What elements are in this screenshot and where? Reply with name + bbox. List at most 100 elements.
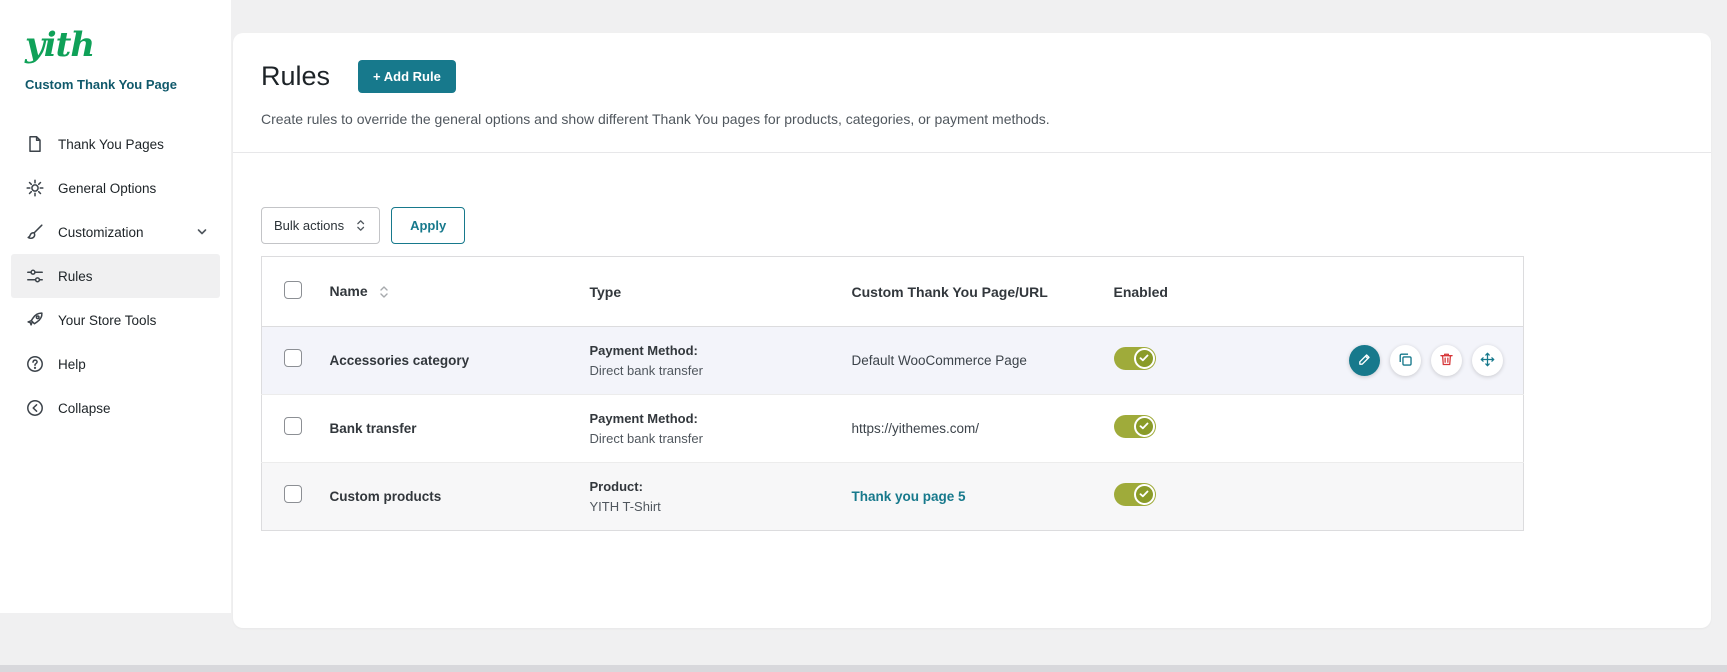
brush-icon (25, 222, 45, 242)
rule-enabled-cell (1098, 327, 1248, 395)
sort-icon (379, 284, 389, 300)
sliders-icon (25, 266, 45, 286)
rule-page-cell: Default WooCommerce Page (836, 327, 1098, 395)
bulk-actions-select[interactable]: Bulk actions (261, 207, 380, 244)
page: yith Custom Thank You Page Thank You Pag… (0, 0, 1727, 672)
bulk-actions-row: Bulk actions Apply (261, 207, 1683, 244)
rule-name-cell: Accessories category (314, 327, 574, 395)
sidebar-item-your-store-tools[interactable]: Your Store Tools (11, 298, 220, 342)
table-row: Custom products Product: YITH T-Shirt Th… (262, 463, 1524, 531)
add-rule-button[interactable]: + Add Rule (358, 60, 456, 93)
rule-type-cell: Payment Method: Direct bank transfer (574, 395, 836, 463)
column-header-type: Type (574, 257, 836, 327)
rule-enabled-toggle[interactable] (1114, 483, 1156, 506)
panel-body: Bulk actions Apply (233, 153, 1711, 571)
rule-name: Accessories category (330, 353, 470, 368)
chevron-down-icon (196, 226, 208, 238)
rule-type-label: Payment Method: (590, 343, 826, 358)
sidebar-item-customization[interactable]: Customization (11, 210, 220, 254)
rule-type-label: Product: (590, 479, 826, 494)
sidebar-item-label: General Options (58, 181, 156, 196)
delete-rule-button[interactable] (1431, 345, 1462, 376)
sidebar-item-label: Collapse (58, 401, 111, 416)
row-actions-cell (1248, 463, 1524, 531)
yith-logo: yith (0, 26, 231, 64)
trash-icon (1438, 351, 1455, 371)
column-header-page: Custom Thank You Page/URL (836, 257, 1098, 327)
sidebar-nav: Thank You Pages General Options Customiz… (0, 122, 231, 430)
select-all-checkbox[interactable] (284, 281, 302, 299)
rule-type-value: Direct bank transfer (590, 363, 826, 378)
rules-panel: Rules + Add Rule Create rules to overrid… (233, 33, 1711, 628)
sidebar-item-label: Rules (58, 269, 93, 284)
rule-enabled-cell (1098, 395, 1248, 463)
column-header-enabled: Enabled (1098, 257, 1248, 327)
copy-icon (1397, 351, 1414, 371)
rule-page-cell: Thank you page 5 (836, 463, 1098, 531)
column-header-name[interactable]: Name (314, 257, 574, 327)
apply-button[interactable]: Apply (391, 207, 465, 244)
bulk-actions-selected-value: Bulk actions (274, 218, 344, 233)
select-caret-icon (356, 218, 367, 233)
rule-page-cell: https://yithemes.com/ (836, 395, 1098, 463)
gear-icon (25, 178, 45, 198)
rule-page-link[interactable]: Thank you page 5 (852, 489, 966, 504)
sidebar: yith Custom Thank You Page Thank You Pag… (0, 0, 231, 613)
row-select-cell (262, 463, 314, 531)
rule-enabled-toggle[interactable] (1114, 415, 1156, 438)
collapse-icon (25, 398, 45, 418)
toggle-knob (1134, 416, 1155, 437)
move-rule-button[interactable] (1472, 345, 1503, 376)
rocket-icon (25, 310, 45, 330)
row-select-cell (262, 395, 314, 463)
rule-name: Custom products (330, 489, 442, 504)
rule-name-cell: Custom products (314, 463, 574, 531)
rule-type-value: YITH T-Shirt (590, 499, 826, 514)
page-bottom-edge (0, 665, 1727, 672)
rule-type-value: Direct bank transfer (590, 431, 826, 446)
rule-page-value: Default WooCommerce Page (852, 353, 1027, 368)
panel-description: Create rules to override the general opt… (261, 111, 1683, 152)
table-row: Bank transfer Payment Method: Direct ban… (262, 395, 1524, 463)
rule-type-label: Payment Method: (590, 411, 826, 426)
rule-page-value: https://yithemes.com/ (852, 421, 980, 436)
rule-enabled-cell (1098, 463, 1248, 531)
row-select-cell (262, 327, 314, 395)
row-actions-cell (1248, 327, 1524, 395)
row-checkbox[interactable] (284, 349, 302, 367)
rule-enabled-toggle[interactable] (1114, 347, 1156, 370)
help-icon (25, 354, 45, 374)
duplicate-rule-button[interactable] (1390, 345, 1421, 376)
column-header-name-label: Name (330, 283, 368, 299)
toggle-knob (1134, 348, 1155, 369)
page-title: Rules (261, 61, 330, 92)
document-icon (25, 134, 45, 154)
sidebar-item-label: Customization (58, 225, 144, 240)
sidebar-item-thank-you-pages[interactable]: Thank You Pages (11, 122, 220, 166)
row-actions-cell (1248, 395, 1524, 463)
sidebar-item-label: Your Store Tools (58, 313, 156, 328)
row-checkbox[interactable] (284, 485, 302, 503)
pencil-icon (1356, 351, 1373, 371)
edit-rule-button[interactable] (1349, 345, 1380, 376)
plugin-name: Custom Thank You Page (0, 64, 231, 92)
table-header-row: Name Type Custom Thank You Page/URL Enab… (262, 257, 1524, 327)
sidebar-item-label: Thank You Pages (58, 137, 164, 152)
sidebar-item-help[interactable]: Help (11, 342, 220, 386)
column-header-actions (1248, 257, 1524, 327)
sidebar-item-rules[interactable]: Rules (11, 254, 220, 298)
move-icon (1479, 351, 1496, 371)
row-checkbox[interactable] (284, 417, 302, 435)
rule-name-cell: Bank transfer (314, 395, 574, 463)
panel-header: Rules + Add Rule Create rules to overrid… (233, 33, 1711, 153)
rule-name: Bank transfer (330, 421, 417, 436)
sidebar-item-general-options[interactable]: General Options (11, 166, 220, 210)
select-all-cell (262, 257, 314, 327)
rule-type-cell: Payment Method: Direct bank transfer (574, 327, 836, 395)
rules-table: Name Type Custom Thank You Page/URL Enab… (261, 256, 1524, 531)
toggle-knob (1134, 484, 1155, 505)
sidebar-item-collapse[interactable]: Collapse (11, 386, 220, 430)
table-row: Accessories category Payment Method: Dir… (262, 327, 1524, 395)
sidebar-item-label: Help (58, 357, 86, 372)
rule-type-cell: Product: YITH T-Shirt (574, 463, 836, 531)
